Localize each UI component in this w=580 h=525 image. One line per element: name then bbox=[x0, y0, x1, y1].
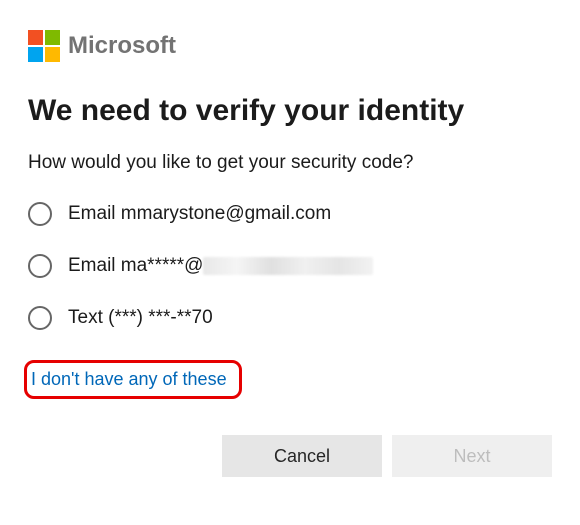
verify-option-email-1[interactable]: Email mmarystone@gmail.com bbox=[28, 202, 552, 226]
microsoft-logo-icon bbox=[28, 30, 60, 62]
verify-option-text[interactable]: Text (***) ***-**70 bbox=[28, 306, 552, 330]
verify-option-email-2[interactable]: Email ma*****@ bbox=[28, 254, 552, 278]
page-subtitle: How would you like to get your security … bbox=[28, 152, 552, 174]
option-label: Email mmarystone@gmail.com bbox=[68, 203, 331, 225]
highlight-annotation: I don't have any of these bbox=[24, 360, 242, 399]
brand-header: Microsoft bbox=[28, 30, 552, 62]
radio-icon bbox=[28, 202, 52, 226]
no-access-link[interactable]: I don't have any of these bbox=[31, 369, 227, 389]
button-row: Cancel Next bbox=[28, 435, 552, 477]
obscured-text bbox=[203, 257, 373, 275]
option-label-prefix: Email ma*****@ bbox=[68, 255, 203, 276]
option-label: Email ma*****@ bbox=[68, 255, 373, 277]
brand-name: Microsoft bbox=[68, 32, 176, 60]
cancel-button[interactable]: Cancel bbox=[222, 435, 382, 477]
next-button: Next bbox=[392, 435, 552, 477]
radio-icon bbox=[28, 254, 52, 278]
radio-icon bbox=[28, 306, 52, 330]
option-label: Text (***) ***-**70 bbox=[68, 307, 213, 329]
page-title: We need to verify your identity bbox=[28, 94, 552, 128]
